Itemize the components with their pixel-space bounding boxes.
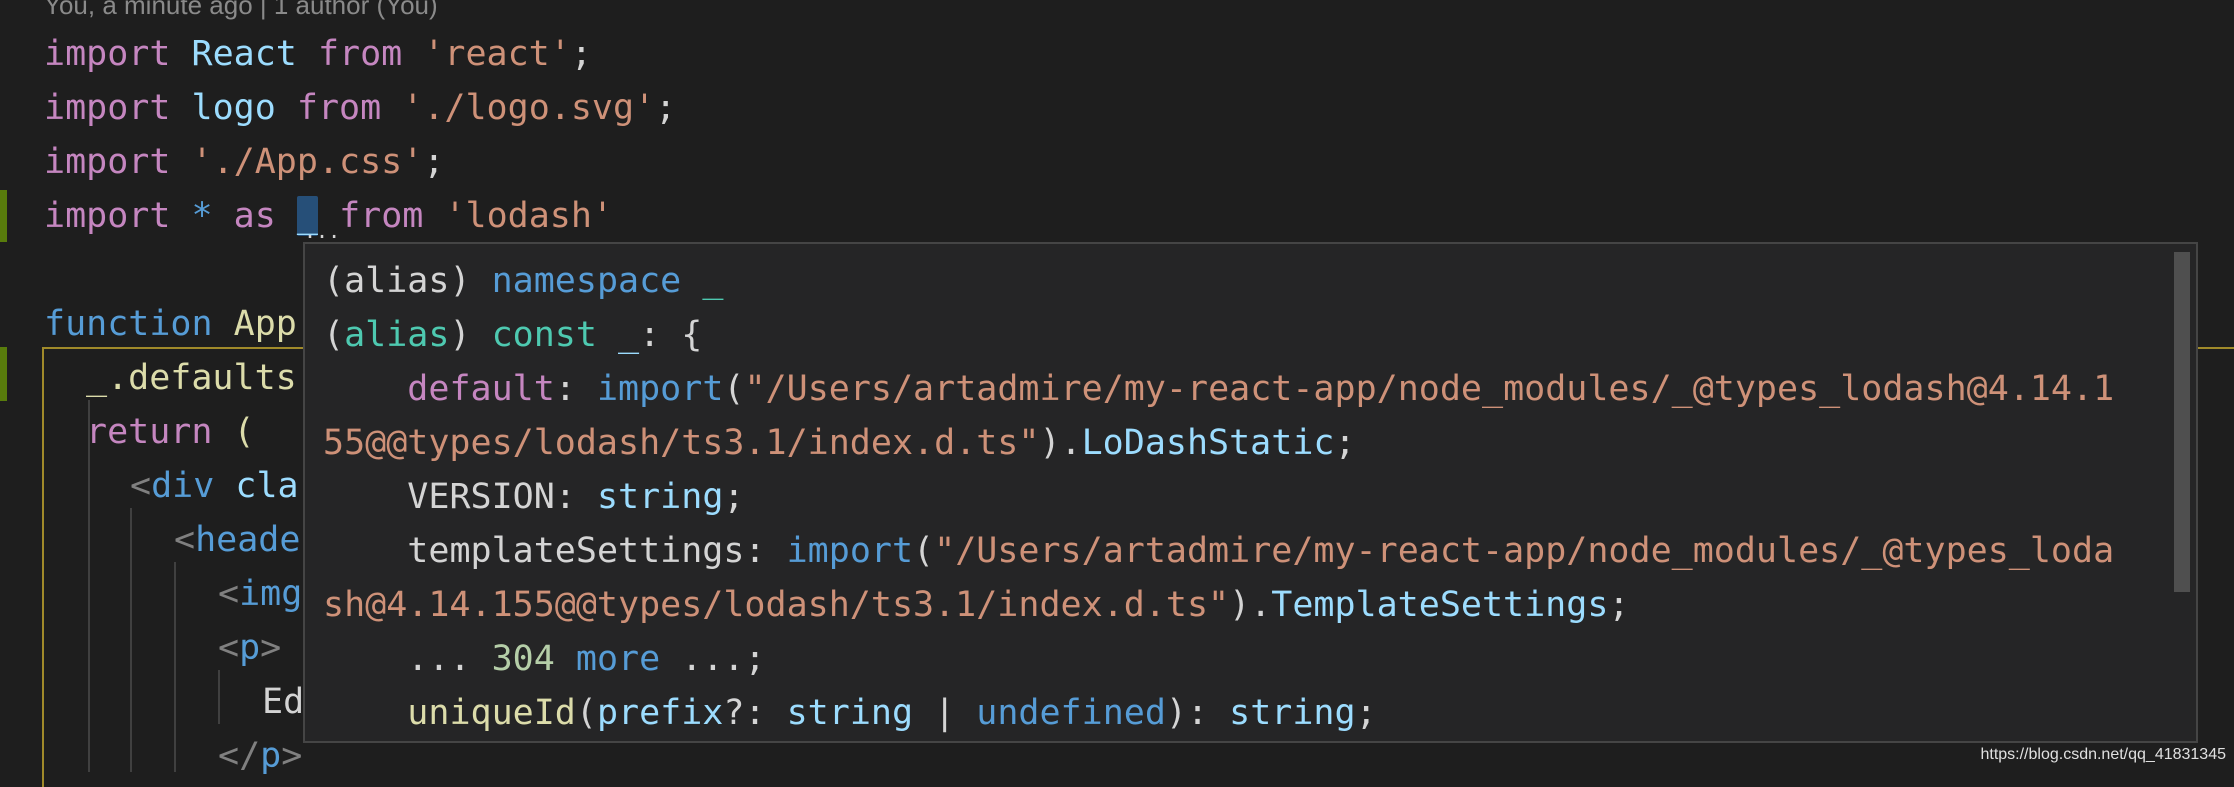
code-line[interactable]: Ed bbox=[262, 675, 304, 729]
code-line[interactable]: </p> bbox=[218, 729, 302, 783]
suggestion-dots: ... bbox=[304, 219, 341, 243]
hover-scrollbar[interactable] bbox=[2174, 252, 2190, 592]
hover-line: (alias) const _: { bbox=[323, 315, 703, 355]
code-line[interactable]: import logo from './logo.svg'; bbox=[44, 81, 676, 135]
hover-line: VERSION: string; bbox=[407, 477, 745, 517]
hover-line: uniqueId(prefix?: string | undefined): s… bbox=[407, 693, 1377, 733]
watermark: https://blog.csdn.net/qq_41831345 bbox=[1980, 746, 2226, 763]
hover-tooltip[interactable]: (alias) namespace _ (alias) const _: { d… bbox=[303, 242, 2198, 743]
code-line[interactable]: function App bbox=[44, 297, 297, 351]
code-line[interactable]: <div cla bbox=[130, 459, 299, 513]
git-change-indicator[interactable] bbox=[0, 347, 7, 401]
hover-line: ... 304 more ...; bbox=[407, 639, 766, 679]
indent-guide bbox=[218, 670, 220, 724]
indent-guide bbox=[174, 562, 176, 772]
code-line[interactable]: <p> bbox=[218, 621, 281, 675]
code-line[interactable]: <heade bbox=[174, 513, 300, 567]
hover-line: 55@@types/lodash/ts3.1/index.d.ts").LoDa… bbox=[323, 423, 1356, 463]
code-line[interactable]: return ( bbox=[86, 405, 255, 459]
hover-line: default: import("/Users/artadmire/my-rea… bbox=[407, 369, 2115, 409]
codelens-blame[interactable]: You, a minute ago | 1 author (You) bbox=[44, 0, 438, 20]
hover-code-signature[interactable]: (alias) namespace _ (alias) const _: { d… bbox=[323, 254, 2156, 740]
git-change-indicator[interactable] bbox=[0, 190, 7, 242]
hover-line: (alias) namespace _ bbox=[323, 261, 724, 301]
code-line[interactable]: _.defaults bbox=[86, 351, 297, 405]
code-line[interactable]: import React from 'react'; bbox=[44, 27, 592, 81]
code-line[interactable]: import './App.css'; bbox=[44, 135, 444, 189]
hover-line: templateSettings: import("/Users/artadmi… bbox=[407, 531, 2115, 571]
hover-line: sh@4.14.155@@types/lodash/ts3.1/index.d.… bbox=[323, 585, 1630, 625]
indent-guide bbox=[130, 508, 132, 772]
code-line[interactable]: <img bbox=[218, 567, 302, 621]
